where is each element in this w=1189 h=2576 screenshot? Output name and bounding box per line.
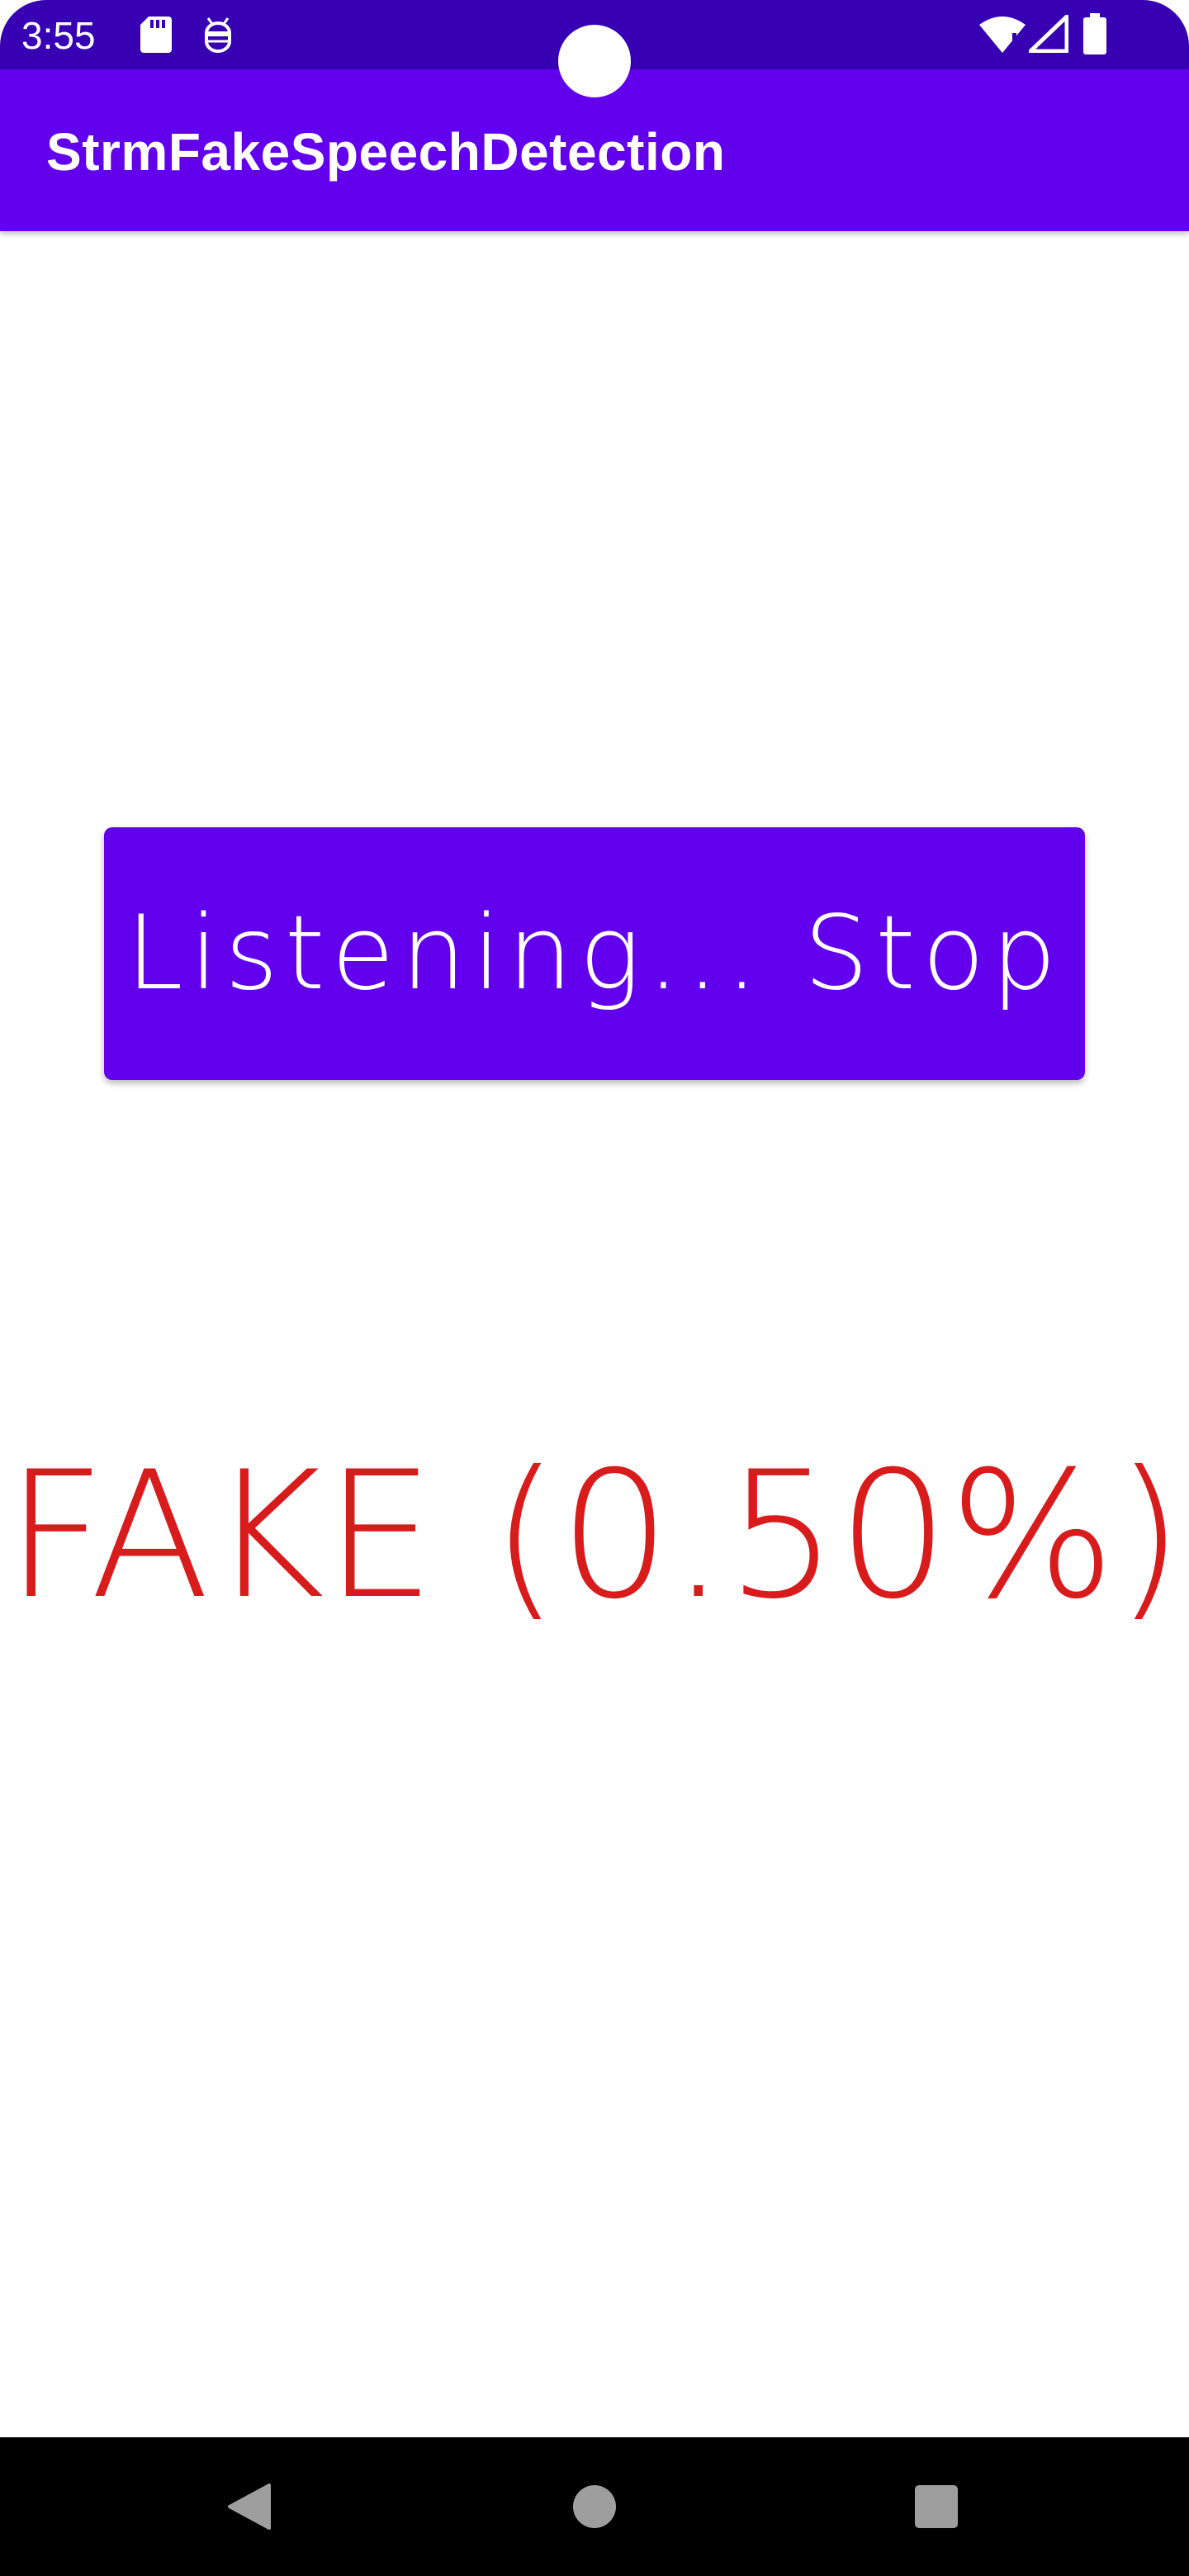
camera-cutout xyxy=(558,25,631,97)
listen-stop-button[interactable]: Listening... Stop xyxy=(104,827,1085,1080)
wifi-icon xyxy=(979,15,1026,57)
back-button[interactable] xyxy=(183,2437,315,2576)
navigation-bar xyxy=(0,2437,1189,2576)
app-screen: 3:55 StrmFakeSpeechDetection Listening..… xyxy=(0,0,1189,2576)
detection-result: FAKE (0.50%) xyxy=(5,1433,1184,1637)
status-time: 3:55 xyxy=(21,14,96,57)
android-debug-icon xyxy=(201,17,234,57)
signal-icon xyxy=(1028,14,1069,57)
recents-button[interactable] xyxy=(870,2437,1002,2576)
home-button[interactable] xyxy=(528,2437,661,2576)
listen-stop-button-label: Listening... Stop xyxy=(126,894,1063,1013)
home-icon xyxy=(573,2485,616,2528)
app-title: StrmFakeSpeechDetection xyxy=(46,122,726,182)
recents-icon xyxy=(915,2485,958,2528)
sd-card-icon xyxy=(140,17,172,57)
back-icon xyxy=(228,2484,271,2530)
battery-icon xyxy=(1083,13,1106,59)
